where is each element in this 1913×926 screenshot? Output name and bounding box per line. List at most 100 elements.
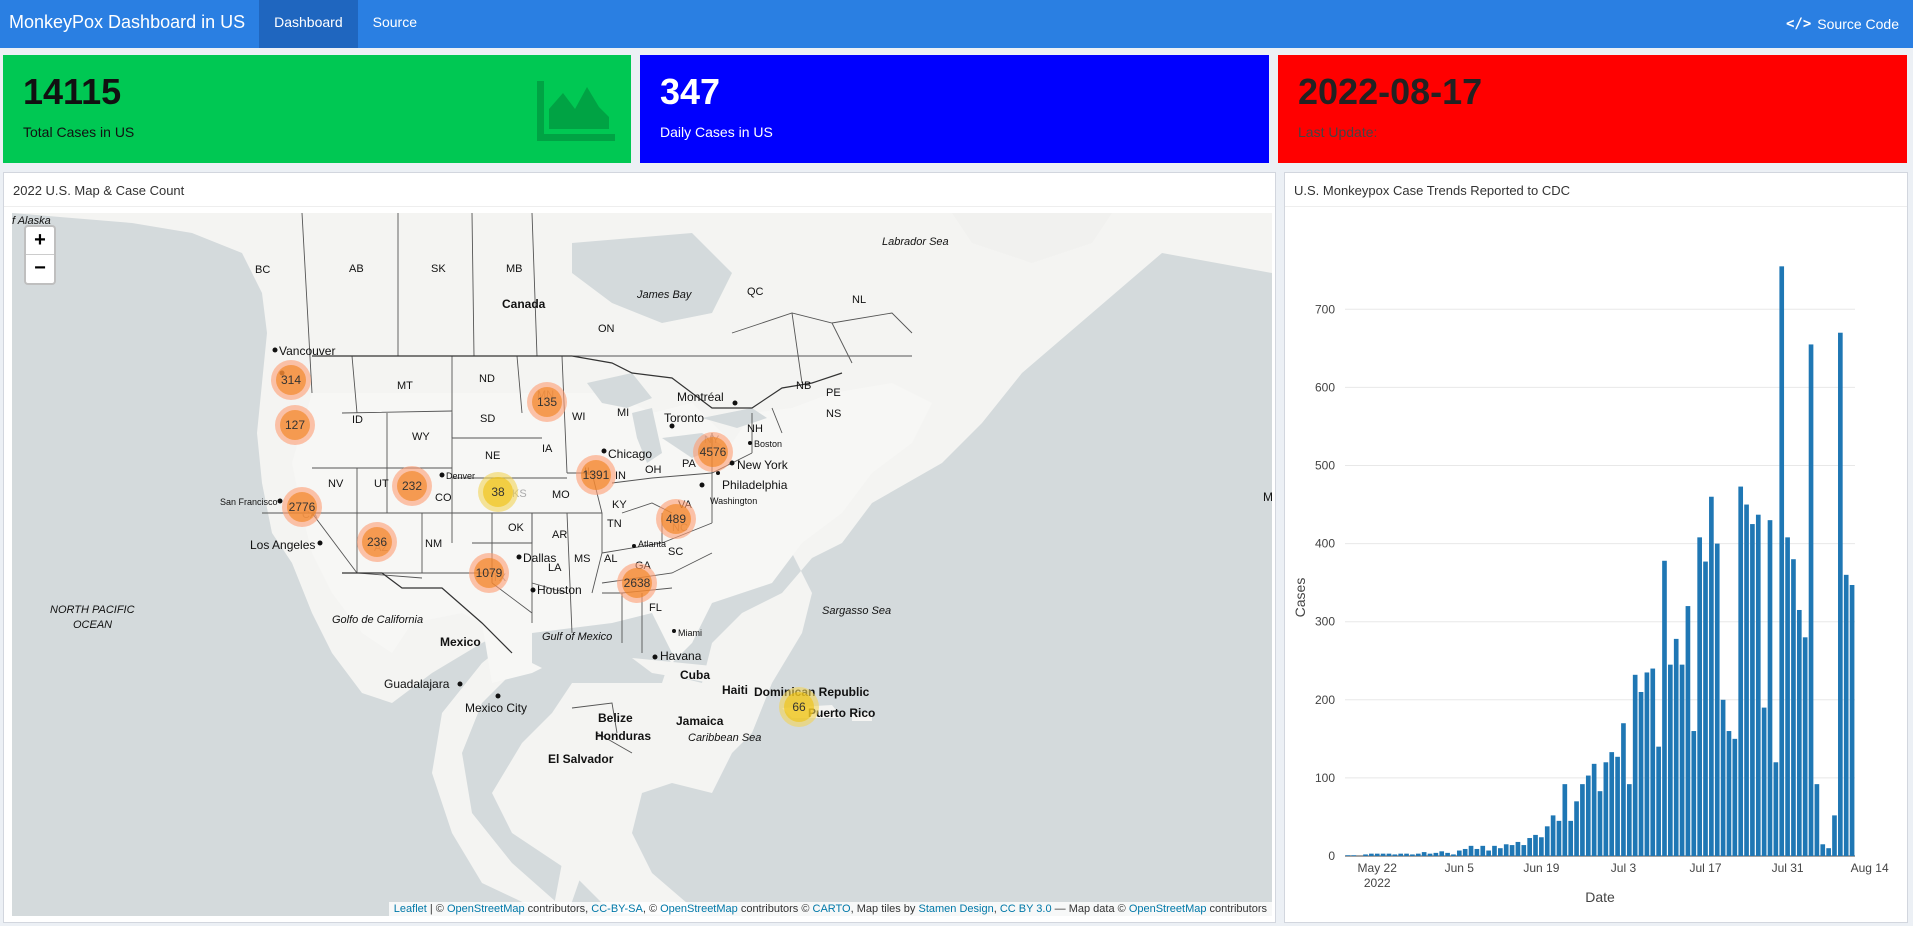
bar	[1374, 853, 1380, 856]
label-new-york: New York	[737, 458, 789, 472]
label-in: IN	[615, 470, 626, 482]
bar	[1709, 496, 1714, 856]
bar	[1814, 784, 1820, 856]
label-washington: Washington	[710, 496, 757, 506]
bar	[1480, 845, 1486, 856]
label-miami: Miami	[678, 628, 702, 638]
zoom-out-button[interactable]: −	[26, 255, 54, 283]
code-icon: </>	[1785, 16, 1812, 32]
bar	[1550, 815, 1556, 856]
bar	[1714, 543, 1720, 856]
label-chicago: Chicago	[608, 447, 652, 461]
bar	[1767, 520, 1773, 856]
source-code-link[interactable]: </> Source Code	[1786, 0, 1913, 48]
leaflet-map[interactable]: f Alaska BC AB SK MB Canada James Bay QC…	[12, 213, 1272, 916]
attrib-text: | ©	[426, 903, 447, 915]
bar	[1838, 332, 1843, 856]
svg-text:38: 38	[491, 485, 505, 499]
leaflet-link[interactable]: Leaflet	[394, 903, 427, 915]
bar	[1685, 606, 1691, 856]
x-tick-label: 2022	[1364, 876, 1391, 890]
tab-source[interactable]: Source	[358, 0, 432, 48]
cc-by-link[interactable]: CC BY 3.0	[1000, 903, 1052, 915]
map-tiles: f Alaska BC AB SK MB Canada James Bay QC…	[12, 213, 1272, 916]
bar	[1351, 855, 1357, 856]
bar	[1691, 731, 1697, 856]
bar	[1597, 791, 1603, 856]
label-haiti: Haiti	[722, 683, 748, 697]
label-wi: WI	[572, 411, 585, 423]
bar	[1750, 524, 1755, 856]
svg-text:1079: 1079	[476, 566, 503, 580]
label-los-angeles: Los Angeles	[250, 538, 315, 552]
y-tick-label: 400	[1315, 537, 1335, 551]
label-mb: MB	[506, 263, 523, 275]
bar	[1474, 848, 1480, 856]
bar	[1521, 845, 1527, 856]
bar	[1585, 775, 1591, 856]
osm-link[interactable]: OpenStreetMap	[1129, 903, 1207, 915]
y-tick-label: 300	[1315, 615, 1335, 629]
bar	[1808, 344, 1814, 856]
x-tick-label: May 22	[1358, 861, 1398, 875]
label-qc: QC	[747, 286, 764, 298]
osm-link[interactable]: OpenStreetMap	[447, 903, 525, 915]
cluster-marker: 66	[779, 687, 819, 727]
label-guadalajara: Guadalajara	[384, 677, 450, 691]
label-ky: KY	[612, 499, 627, 511]
bar	[1451, 854, 1456, 856]
bar	[1404, 853, 1409, 856]
cluster-marker: 1079	[469, 553, 509, 593]
bar	[1439, 851, 1445, 856]
bar	[1380, 853, 1386, 856]
x-tick-label: Jul 17	[1690, 861, 1722, 875]
bar	[1843, 574, 1849, 856]
bar	[1492, 845, 1497, 856]
map-card: 2022 U.S. Map & Case Count f Alaska BC A…	[3, 172, 1276, 923]
bar	[1732, 738, 1738, 856]
map-card-title: 2022 U.S. Map & Case Count	[4, 173, 1275, 207]
svg-text:1391: 1391	[583, 468, 610, 482]
cluster-marker: 4576	[693, 432, 733, 472]
label-al: AL	[604, 553, 617, 565]
zoom-in-button[interactable]: +	[26, 227, 54, 255]
label-co: CO	[435, 492, 452, 504]
label-mexico: Mexico	[440, 635, 481, 649]
bar	[1574, 801, 1579, 856]
bar	[1621, 723, 1626, 856]
x-tick-label: Jul 31	[1772, 861, 1804, 875]
label-fl: FL	[649, 602, 662, 614]
tab-dashboard[interactable]: Dashboard	[259, 0, 358, 48]
label-sd: SD	[480, 413, 495, 425]
svg-text:232: 232	[402, 479, 422, 493]
cc-by-sa-link[interactable]: CC-BY-SA	[591, 903, 643, 915]
label-el-salvador: El Salvador	[548, 752, 614, 766]
bar	[1626, 784, 1632, 856]
cluster-marker: 232	[392, 466, 432, 506]
label-ne: NE	[485, 450, 500, 462]
attrib-text: contributors	[1206, 903, 1267, 915]
label-la: LA	[548, 562, 562, 574]
x-tick-label: Jun 19	[1523, 861, 1559, 875]
carto-link[interactable]: CARTO	[813, 903, 851, 915]
bar	[1796, 609, 1802, 856]
last-update-value: 2022-08-17	[1298, 71, 1483, 112]
label-philadelphia: Philadelphia	[722, 478, 788, 492]
label-atlanta: Atlanta	[638, 539, 666, 549]
osm-link[interactable]: OpenStreetMap	[660, 903, 738, 915]
label-caribbean: Caribbean Sea	[688, 732, 761, 744]
label-james-bay: James Bay	[636, 289, 693, 301]
bar	[1533, 834, 1538, 856]
svg-text:66: 66	[792, 700, 806, 714]
svg-text:135: 135	[537, 395, 557, 409]
stamen-link[interactable]: Stamen Design	[918, 903, 993, 915]
label-mi: MI	[617, 407, 629, 419]
label-sargasso: Sargasso Sea	[822, 605, 891, 617]
label-wy: WY	[412, 431, 430, 443]
svg-text:314: 314	[281, 373, 301, 387]
bar	[1556, 820, 1562, 856]
y-tick-label: 200	[1315, 693, 1335, 707]
label-nh: NH	[747, 423, 763, 435]
case-trend-chart[interactable]: 0 100 200 300 400 500 600 700 May 222022 Jun 5 Jun…	[1285, 209, 1907, 921]
label-nd: ND	[479, 373, 495, 385]
